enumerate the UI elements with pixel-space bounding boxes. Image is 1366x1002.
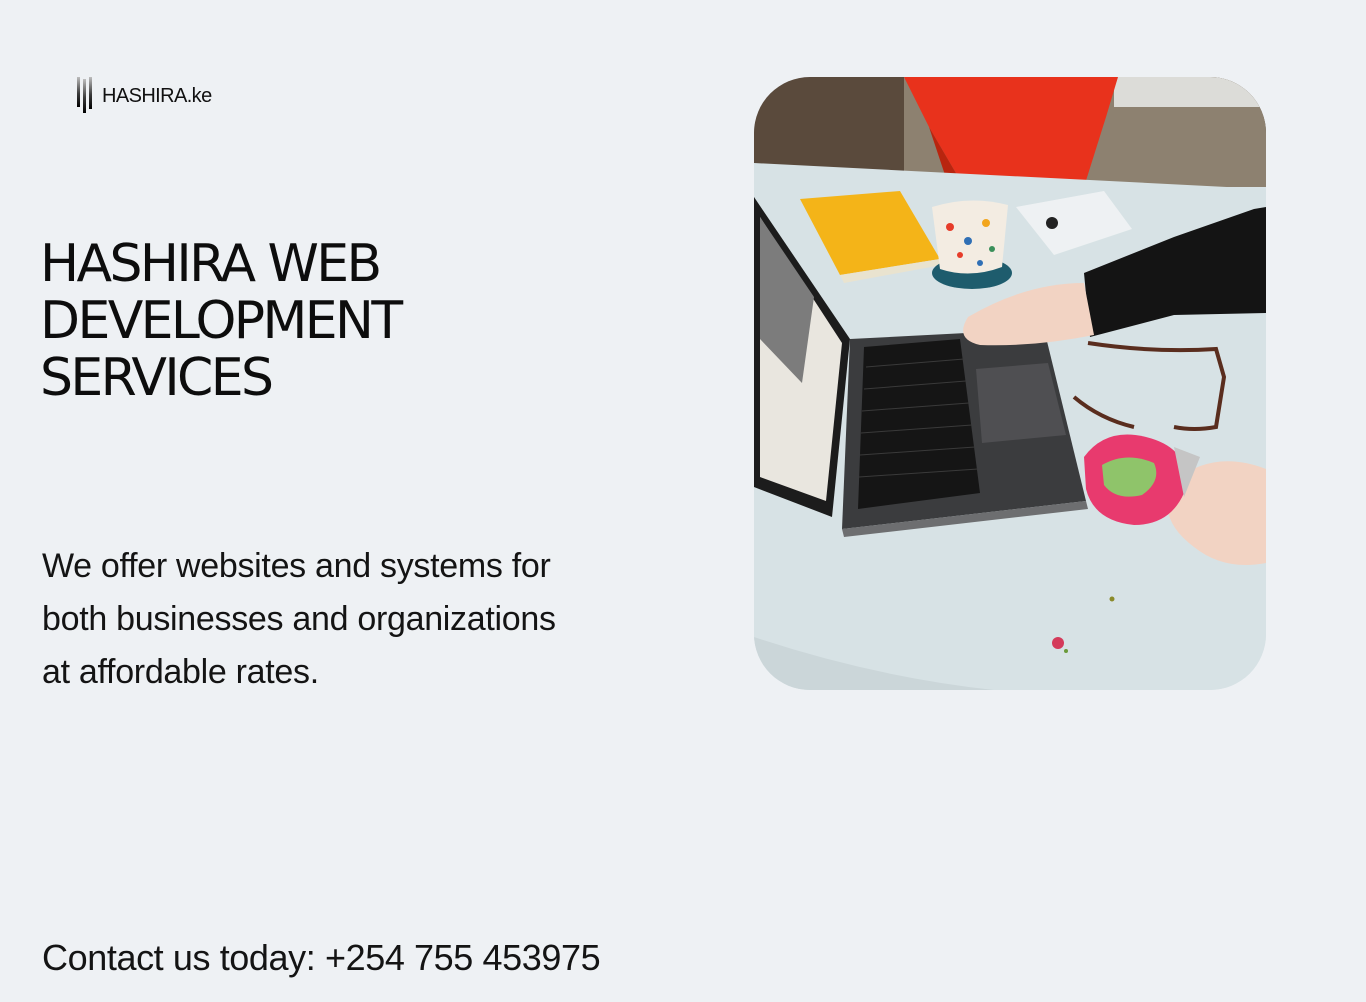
- vertical-bars-logo-icon: [77, 77, 92, 113]
- contact-text: Contact us today: +254 755 453975: [42, 937, 601, 978]
- headline-line-3: SERVICES: [40, 348, 274, 408]
- page-title: HASHIRA WEB DEVELOPMENT SERVICES: [40, 236, 640, 407]
- laptop-on-desk-photo: [754, 77, 1266, 690]
- headline-line-2: DEVELOPMENT: [40, 291, 403, 351]
- logo-text: HASHIRA.ke: [102, 84, 212, 107]
- headline-line-1: HASHIRA WEB: [40, 234, 382, 294]
- brand-logo[interactable]: HASHIRA.ke: [76, 77, 212, 113]
- hero-description: We offer websites and systems for both b…: [42, 547, 556, 691]
